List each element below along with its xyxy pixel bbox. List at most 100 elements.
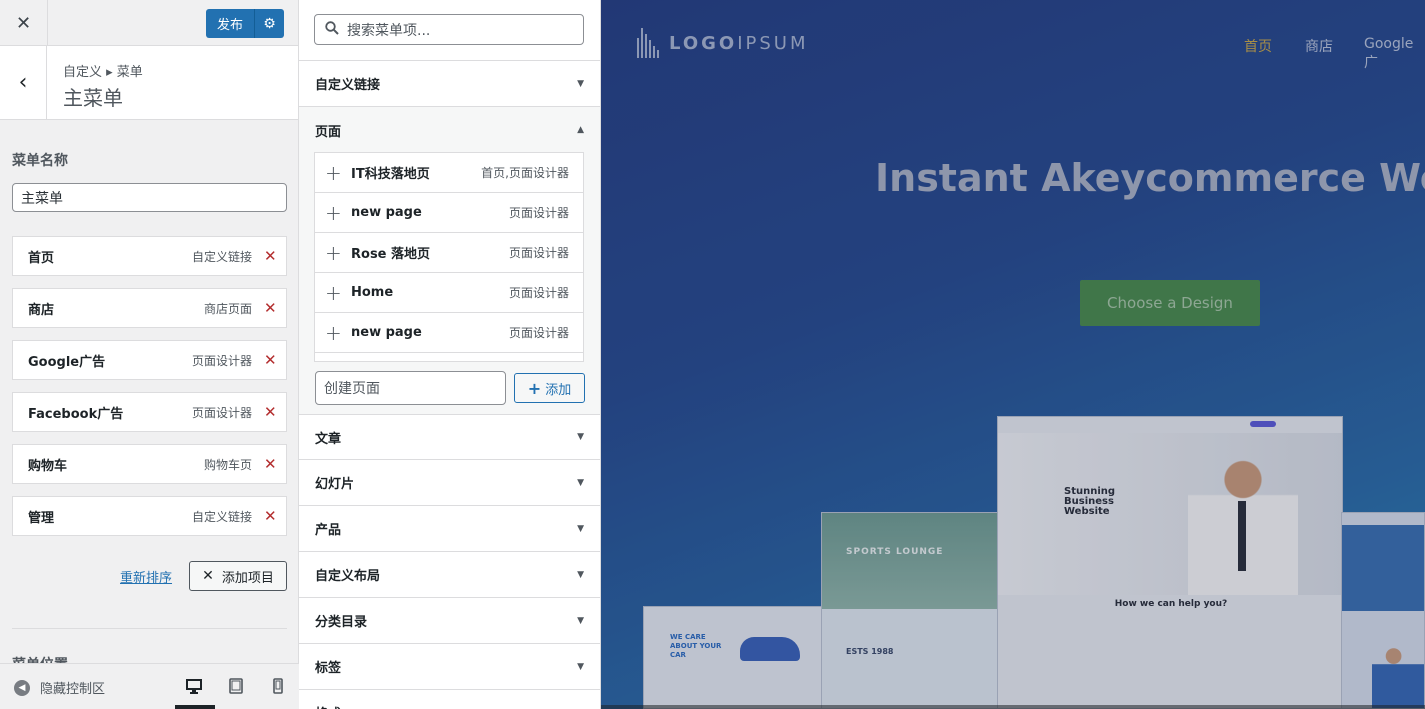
menu-item-home[interactable]: 首页 自定义链接 ✕ <box>12 236 287 276</box>
page-item-type: 首页,页面设计器 <box>481 166 569 180</box>
menu-item-type: 自定义链接 <box>191 509 252 524</box>
remove-icon[interactable]: ✕ <box>264 247 277 265</box>
add-page-label: 添加 <box>545 382 572 398</box>
gear-icon: ⚙ <box>263 15 276 32</box>
menu-item-title: 首页 <box>28 250 55 266</box>
search-menu-items-input[interactable]: 搜索菜单项... <box>314 14 584 45</box>
page-item-title: new page <box>351 205 422 220</box>
accordion-label: 格式 <box>315 703 577 709</box>
search-placeholder: 搜索菜单项... <box>347 22 431 39</box>
caret-down-icon: ▼ <box>577 615 584 626</box>
accordion-label: 幻灯片 <box>315 477 355 492</box>
accordion-pages[interactable]: 页面 ▲ <box>299 107 600 153</box>
accordion-tags[interactable]: 标签 ▼ <box>299 644 600 690</box>
caret-down-icon: ▼ <box>577 78 584 89</box>
remove-icon[interactable]: ✕ <box>264 299 277 317</box>
page-item-home[interactable]: + Home 页面设计器 <box>315 273 583 313</box>
menu-item-type: 页面设计器 <box>191 405 252 420</box>
preview-dim-overlay <box>601 0 1425 709</box>
remove-icon[interactable]: ✕ <box>264 507 277 525</box>
customizer-header: ✕ 发布 ⚙ <box>0 0 298 46</box>
menu-item-facebook-ads[interactable]: Facebook广告 页面设计器 ✕ <box>12 392 287 432</box>
accordion-label: 标签 <box>315 661 342 676</box>
menu-name-label: 菜单名称 <box>12 153 68 169</box>
page-item-type: 页面设计器 <box>508 286 569 300</box>
publish-settings-button[interactable]: ⚙ <box>254 9 284 38</box>
divider <box>601 705 1425 709</box>
accordion-label: 自定义布局 <box>315 569 381 584</box>
accordion-label: 文章 <box>315 431 342 447</box>
accordion-slides[interactable]: 幻灯片 ▼ <box>299 460 600 506</box>
menu-item-cart[interactable]: 购物车 购物车页 ✕ <box>12 444 287 484</box>
section-title: 主菜单 <box>63 86 123 110</box>
tablet-preview-icon[interactable] <box>227 677 245 695</box>
accordion-label: 产品 <box>315 523 342 538</box>
desktop-preview-icon[interactable] <box>185 677 203 695</box>
accordion-label: 分类目录 <box>315 615 368 630</box>
caret-down-icon: ▼ <box>577 523 584 534</box>
new-page-title-input[interactable]: 创建页面 <box>315 371 506 405</box>
close-customizer-button[interactable]: ✕ <box>0 0 48 46</box>
menu-item-type: 自定义链接 <box>191 249 252 264</box>
hide-controls-label: 隐藏控制区 <box>40 682 106 697</box>
back-button[interactable]: ‹ <box>0 46 47 119</box>
plus-icon: + <box>527 378 542 398</box>
menu-item-google-ads[interactable]: Google广告 页面设计器 ✕ <box>12 340 287 380</box>
accordion-custom-links[interactable]: 自定义链接 ▼ <box>299 61 600 107</box>
caret-down-icon: ▼ <box>577 477 584 488</box>
close-icon: ✕ <box>202 568 214 584</box>
accordion-categories[interactable]: 分类目录 ▼ <box>299 598 600 644</box>
page-item-title: Rose 落地页 <box>351 247 431 262</box>
plus-icon: + <box>325 320 342 345</box>
caret-down-icon: ▼ <box>577 569 584 580</box>
remove-icon[interactable]: ✕ <box>264 351 277 369</box>
customizer-footer: ◀ 隐藏控制区 <box>0 663 299 709</box>
breadcrumb: 自定义 ▸ 菜单 <box>63 65 143 80</box>
page-item-it-landing[interactable]: + IT科技落地页 首页,页面设计器 <box>315 153 583 193</box>
plus-icon: + <box>325 280 342 305</box>
remove-icon[interactable]: ✕ <box>264 403 277 421</box>
page-item-title: Home <box>351 285 394 300</box>
menu-item-title: 商店 <box>28 302 55 318</box>
chevron-left-icon: ‹ <box>18 70 28 95</box>
search-icon <box>325 20 339 39</box>
accordion-formats[interactable]: 格式 ▼ <box>299 690 600 709</box>
publish-button[interactable]: 发布 <box>206 9 254 38</box>
menu-item-title: Facebook广告 <box>28 406 124 422</box>
menu-item-shop[interactable]: 商店 商店页面 ✕ <box>12 288 287 328</box>
page-item-rose-landing[interactable]: + Rose 落地页 页面设计器 <box>315 233 583 273</box>
accordion-posts[interactable]: 文章 ▼ <box>299 414 600 460</box>
caret-down-icon: ▼ <box>577 661 584 672</box>
menu-item-admin[interactable]: 管理 自定义链接 ✕ <box>12 496 287 536</box>
accordion-label: 自定义链接 <box>315 78 381 93</box>
collapse-icon: ◀ <box>14 679 30 696</box>
plus-icon: + <box>325 240 342 265</box>
page-item-type: 页面设计器 <box>508 326 569 340</box>
reorder-link[interactable]: 重新排序 <box>120 567 172 586</box>
menu-name-input[interactable]: 主菜单 <box>12 183 287 212</box>
customizer-panel: ✕ 发布 ⚙ ‹ 自定义 ▸ 菜单 主菜单 菜单名称 主菜单 首页 自定义链接 … <box>0 0 299 709</box>
page-item-new-page[interactable]: + new page 页面设计器 <box>315 193 583 233</box>
hide-controls-button[interactable]: ◀ 隐藏控制区 <box>14 678 105 697</box>
accordion-custom-layouts[interactable]: 自定义布局 ▼ <box>299 552 600 598</box>
remove-icon[interactable]: ✕ <box>264 455 277 473</box>
page-item-type: 页面设计器 <box>508 206 569 220</box>
page-item-title: new page <box>351 325 422 340</box>
caret-up-icon: ▲ <box>577 125 584 135</box>
caret-down-icon: ▼ <box>577 432 584 442</box>
accordion-products[interactable]: 产品 ▼ <box>299 506 600 552</box>
add-items-button[interactable]: ✕ 添加项目 <box>189 561 287 591</box>
mobile-preview-icon[interactable] <box>269 677 287 695</box>
close-icon: ✕ <box>15 12 32 34</box>
accordion-label: 页面 <box>315 124 342 140</box>
menu-item-title: Google广告 <box>28 354 106 370</box>
page-item-new-page[interactable]: + new page 页面设计器 <box>315 313 583 353</box>
add-items-label: 添加项目 <box>221 570 274 586</box>
menu-item-type: 页面设计器 <box>191 353 252 368</box>
available-menu-items-panel: 搜索菜单项... 自定义链接 ▼ 页面 ▲ + IT科技落地页 首页,页面设计器… <box>299 0 601 709</box>
menu-item-title: 购物车 <box>28 458 68 474</box>
menu-item-type: 购物车页 <box>203 457 252 472</box>
add-page-button[interactable]: + 添加 <box>514 373 585 403</box>
menu-item-type: 商店页面 <box>203 301 252 316</box>
site-preview[interactable]: LOGOIPSUM 首页 商店 Google广 Instant Akeycomm… <box>601 0 1425 709</box>
